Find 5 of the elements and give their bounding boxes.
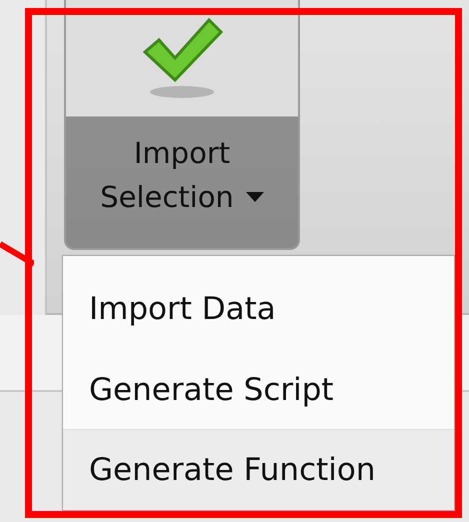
menu-item[interactable]: Import Data [63, 268, 454, 349]
menu-item[interactable]: Generate Function [63, 429, 454, 510]
menu-item[interactable]: Generate Script [63, 348, 454, 430]
caret-icon [246, 192, 264, 202]
import-selection-button[interactable]: Import Selection [64, 0, 300, 250]
